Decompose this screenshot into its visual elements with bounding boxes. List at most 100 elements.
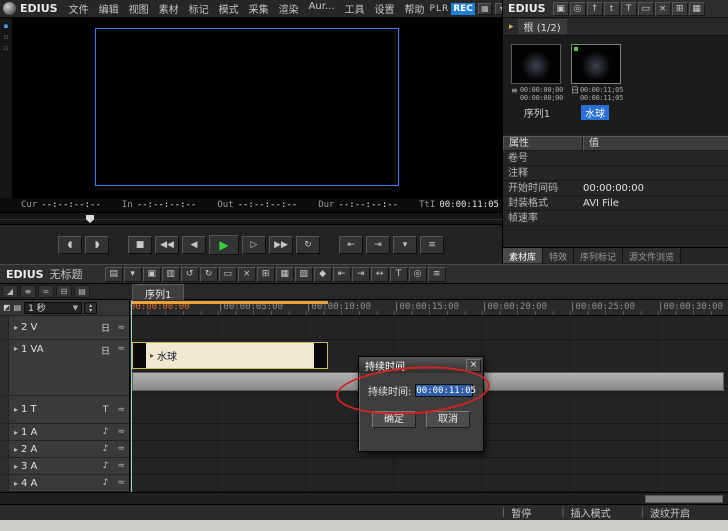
video-mute-icon[interactable]: 日 xyxy=(98,321,112,334)
sync-lock-icon[interactable]: ≈ xyxy=(117,444,125,454)
play-button[interactable]: ▶ xyxy=(209,235,239,255)
playhead[interactable] xyxy=(131,300,132,492)
dialog-titlebar[interactable]: 持续时间 × xyxy=(359,357,483,373)
timeline-horizontal-scrollbar[interactable] xyxy=(0,492,728,504)
menu-help[interactable]: 帮助 xyxy=(400,1,430,16)
sync-lock-icon[interactable]: ≈ xyxy=(117,323,125,333)
expander-icon[interactable]: ▸ xyxy=(11,323,21,332)
track-header[interactable]: ▸ 2 V 日 ≈ xyxy=(0,316,129,340)
menu-aur[interactable]: Aur... xyxy=(304,1,340,16)
sync-lock-icon[interactable]: ≈ xyxy=(117,478,125,488)
loop-button[interactable]: ↻ xyxy=(296,236,320,254)
dock-icon[interactable]: ⊟ xyxy=(56,285,72,298)
monitor-mode-icon[interactable]: ▪ xyxy=(4,21,9,32)
clip-thumbnail[interactable] xyxy=(571,44,621,84)
tab-bin[interactable]: 素材库 xyxy=(503,248,543,263)
close-icon[interactable]: × xyxy=(466,359,481,372)
menu-capture[interactable]: 采集 xyxy=(244,1,274,16)
trim-mode-icon[interactable]: ↔ xyxy=(371,267,389,282)
copy-icon[interactable]: ⊞ xyxy=(257,267,275,282)
monitor-option-icon[interactable]: ▫ xyxy=(4,32,9,43)
menu-render[interactable]: 渲染 xyxy=(274,1,304,16)
audio-mute-icon[interactable]: ♪ xyxy=(98,478,112,488)
new-sequence-icon[interactable]: ▤ xyxy=(105,267,123,282)
scrollbar-thumb[interactable] xyxy=(645,495,723,503)
copy-icon[interactable]: ⊞ xyxy=(672,2,688,16)
ripple-delete-icon[interactable]: ▧ xyxy=(295,267,313,282)
open-project-icon[interactable]: ▣ xyxy=(143,267,161,282)
clip-thumbnail[interactable] xyxy=(511,44,561,84)
track-height-icon[interactable]: ◩ xyxy=(3,303,11,312)
property-row[interactable]: 帧速率 xyxy=(503,211,728,226)
set-out-button[interactable]: ⇥ xyxy=(366,236,390,254)
expander-icon[interactable]: ▸ xyxy=(11,344,21,353)
layout-icon[interactable]: ▤ xyxy=(74,285,90,298)
timeline-ruler[interactable]: 00:00:00:00|00:00:05:00|00:00:10:00|00:0… xyxy=(130,300,728,316)
bin-folder-path[interactable]: ▸ 根 (1/2) xyxy=(503,18,728,36)
expander-icon[interactable]: ▸ xyxy=(11,405,21,414)
menu-file[interactable]: 文件 xyxy=(64,1,94,16)
add-transition-icon[interactable]: ◆ xyxy=(314,267,332,282)
rewind-button[interactable]: ◀◀ xyxy=(155,236,179,254)
spin-down-icon[interactable]: ▾ xyxy=(89,308,92,313)
track-lane-4a[interactable] xyxy=(130,475,728,492)
search-icon[interactable]: ◎ xyxy=(570,2,586,16)
create-title-icon[interactable]: T xyxy=(621,2,637,16)
sync-lock-icon[interactable]: ≈ xyxy=(117,344,125,354)
set-out-icon[interactable]: ⇥ xyxy=(352,267,370,282)
property-row[interactable]: 卷号 xyxy=(503,151,728,166)
track-header[interactable]: ▸ 4 A ♪ ≈ xyxy=(0,475,129,492)
duration-input[interactable]: 00:00:11:05 xyxy=(415,384,473,397)
position-handle[interactable] xyxy=(86,215,94,223)
menu-tools[interactable]: 工具 xyxy=(340,1,370,16)
property-row[interactable]: 注释 xyxy=(503,166,728,181)
sync-lock-icon[interactable]: ≈ xyxy=(117,461,125,471)
menu-edit[interactable]: 编辑 xyxy=(94,1,124,16)
new-sequence-menu-icon[interactable]: ▾ xyxy=(124,267,142,282)
timeline-titlebar[interactable]: EDIUS 无标题 ▤▾▣▥↺↻▭×⊞▦▧◆⇤⇥↔T◎≡ xyxy=(0,264,728,284)
menu-clip[interactable]: 素材 xyxy=(154,1,184,16)
expander-icon[interactable]: ▸ xyxy=(11,462,21,471)
track-header[interactable]: ▸ 3 A ♪ ≈ xyxy=(0,458,129,475)
sync-lock-icon[interactable]: ≈ xyxy=(117,405,125,415)
snap-icon[interactable]: ◢ xyxy=(2,285,18,298)
ok-button[interactable]: 确定 xyxy=(372,411,416,428)
next-frame-button[interactable]: ▷ xyxy=(242,236,266,254)
title-track-icon[interactable]: T xyxy=(98,405,112,415)
cut-icon[interactable]: × xyxy=(238,267,256,282)
set-in-button[interactable]: ⇤ xyxy=(339,236,363,254)
position-bar[interactable] xyxy=(0,212,502,224)
track-header[interactable]: ▸ 1 VA 日 ≈ xyxy=(0,340,129,396)
paste-icon[interactable]: ▦ xyxy=(276,267,294,282)
expander-icon[interactable]: ▸ xyxy=(11,428,21,437)
track-lane-2v[interactable] xyxy=(130,316,728,340)
title-icon[interactable]: T xyxy=(390,267,408,282)
menu-marker[interactable]: 标记 xyxy=(184,1,214,16)
menu-mode[interactable]: 模式 xyxy=(214,1,244,16)
redo-icon[interactable]: ↻ xyxy=(200,267,218,282)
clip-name-selected[interactable]: 水球 xyxy=(581,105,609,120)
properties-col-attribute[interactable]: 属性 xyxy=(503,136,583,151)
new-folder-icon[interactable]: ▣ xyxy=(553,2,569,16)
bin-clip-waterball[interactable]: 日 00:00:11;05 00:00:11;05 水球 xyxy=(571,44,623,120)
view-mode-icon[interactable]: ▦ xyxy=(689,2,705,16)
timeline-scale-stepper[interactable]: ▴ ▾ xyxy=(84,302,97,314)
bin-clip-sequence[interactable]: ≡ 00:00:00;00 00:00:00;00 序列1 xyxy=(511,44,563,120)
shuttle-right-button[interactable]: ◗ xyxy=(85,236,109,254)
player-icon[interactable]: ▭ xyxy=(638,2,654,16)
sync-lock-icon[interactable]: ≈ xyxy=(117,427,125,437)
search-icon[interactable]: ◎ xyxy=(409,267,427,282)
expander-icon[interactable]: ▸ xyxy=(11,445,21,454)
tab-sequence-marker[interactable]: 序列标记 xyxy=(574,248,623,263)
bin-titlebar[interactable]: EDIUS ▣◎↑tT▭×⊞▦ xyxy=(503,0,728,18)
undo-icon[interactable]: ↺ xyxy=(181,267,199,282)
add-clip-icon[interactable]: t xyxy=(604,2,620,16)
layout-icon[interactable]: ▤ xyxy=(14,303,22,312)
audio-mute-icon[interactable]: ♪ xyxy=(98,427,112,437)
property-row[interactable]: 封装格式 AVI File xyxy=(503,196,728,211)
bin-root-folder[interactable]: 根 (1/2) xyxy=(518,19,567,34)
timeline-clip[interactable]: ▸ 水球 xyxy=(132,342,328,369)
previous-frame-button[interactable]: ◀ xyxy=(182,236,206,254)
tab-effects[interactable]: 特效 xyxy=(543,248,574,263)
cancel-button[interactable]: 取消 xyxy=(426,411,470,428)
